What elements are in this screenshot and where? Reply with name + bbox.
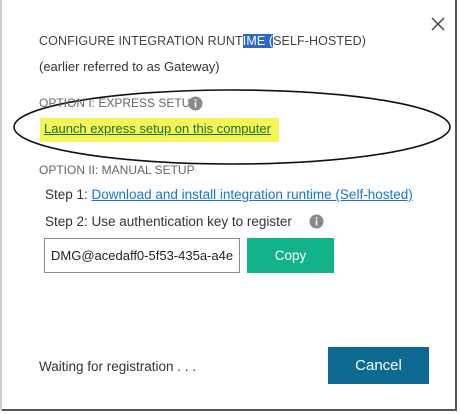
launch-express-setup-link[interactable]: Launch express setup on this computer bbox=[40, 118, 279, 142]
copy-button[interactable]: Copy bbox=[247, 238, 334, 273]
title-text-selection: IME ( bbox=[242, 34, 274, 48]
dialog-left-edge bbox=[0, 0, 2, 411]
express-setup-heading: OPTION I: EXPRESS SETUP bbox=[39, 96, 199, 110]
cancel-button[interactable]: Cancel bbox=[328, 347, 429, 384]
info-icon[interactable] bbox=[309, 214, 324, 229]
manual-setup-heading: OPTION II: MANUAL SETUP bbox=[39, 163, 195, 177]
auth-key-input[interactable] bbox=[44, 238, 240, 273]
info-icon[interactable] bbox=[188, 96, 203, 111]
dialog-title: CONFIGURE INTEGRATION RUNTIME (SELF-HOST… bbox=[39, 34, 366, 48]
dialog-subtitle: (earlier referred to as Gateway) bbox=[39, 59, 220, 74]
registration-status: Waiting for registration . . . bbox=[39, 359, 197, 374]
close-icon[interactable] bbox=[428, 14, 448, 34]
title-text-end: SELF-HOSTED) bbox=[273, 34, 366, 48]
step1-row: Step 1: Download and install integration… bbox=[45, 187, 413, 202]
download-runtime-link[interactable]: Download and install integration runtime… bbox=[92, 187, 413, 202]
integration-runtime-dialog: CONFIGURE INTEGRATION RUNTIME (SELF-HOST… bbox=[0, 0, 457, 411]
title-text-start: CONFIGURE INTEGRATION RUNT bbox=[39, 34, 243, 48]
step2-label: Step 2: Use authentication key to regist… bbox=[45, 214, 292, 229]
step1-label: Step 1: bbox=[45, 187, 92, 202]
